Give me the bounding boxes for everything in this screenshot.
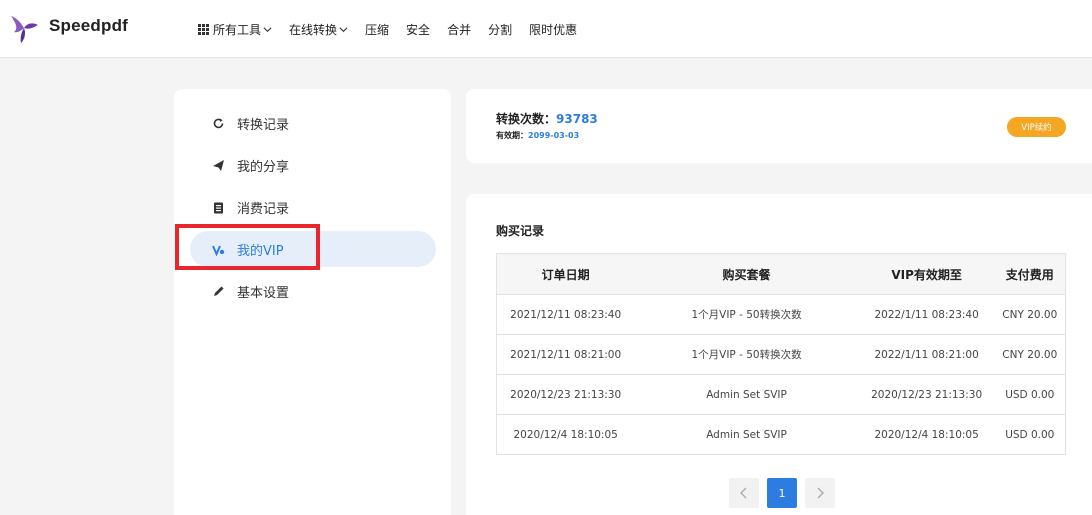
highlight-annotation-box bbox=[175, 224, 320, 270]
sidebar-item-label: 消费记录 bbox=[237, 201, 290, 217]
sidebar-item-conversion-history[interactable]: 转换记录 bbox=[190, 105, 436, 141]
table-row: 2020/12/4 18:10:05 Admin Set SVIP 2020/1… bbox=[496, 414, 1066, 455]
chevron-down-icon bbox=[263, 26, 272, 32]
cell-package: 1个月VIP - 50转换次数 bbox=[634, 294, 859, 335]
page-number-button[interactable]: 1 bbox=[767, 478, 797, 508]
chevron-left-icon bbox=[740, 487, 747, 499]
cell-payment: USD 0.00 bbox=[994, 414, 1066, 455]
nav-label: 压缩 bbox=[365, 22, 390, 37]
nav-label: 合并 bbox=[447, 22, 472, 37]
nav-label: 所有工具 bbox=[213, 22, 262, 37]
vip-stats-card: 转换次数：93783 有效期：2099-03-03 VIP续约 bbox=[466, 89, 1092, 163]
refresh-icon bbox=[212, 117, 225, 130]
vip-expiry-label: 有效期： bbox=[496, 131, 528, 140]
sidebar-item-basic-settings[interactable]: 基本设置 bbox=[190, 273, 436, 309]
sidebar-item-label: 基本设置 bbox=[237, 285, 290, 301]
nav-online-convert[interactable]: 在线转换 bbox=[289, 21, 348, 38]
sidebar-item-spending-history[interactable]: 消费记录 bbox=[190, 189, 436, 225]
purchase-history-card: 购买记录 订单日期 购买套餐 VIP有效期至 支付费用 2021/12/11 0… bbox=[466, 194, 1092, 515]
nav-split[interactable]: 分割 bbox=[488, 21, 512, 38]
vip-expiry: 有效期：2099-03-03 bbox=[496, 130, 579, 141]
nav-label: 在线转换 bbox=[289, 22, 338, 37]
top-header: Speedpdf 所有工具 在线转换 压缩 安全 合并 分割 限时优惠 bbox=[0, 0, 1092, 58]
column-header-order-date: 订单日期 bbox=[496, 253, 635, 295]
conversion-count-label: 转换次数： bbox=[496, 112, 557, 126]
column-header-package: 购买套餐 bbox=[634, 253, 859, 295]
grid-icon bbox=[198, 23, 209, 35]
brand-name[interactable]: Speedpdf bbox=[49, 16, 128, 36]
nav-label: 安全 bbox=[406, 22, 431, 37]
next-page-button[interactable] bbox=[805, 478, 835, 508]
vip-expiry-value: 2099-03-03 bbox=[528, 131, 580, 140]
chevron-down-icon bbox=[339, 26, 348, 32]
cell-order-date: 2021/12/11 08:21:00 bbox=[496, 334, 635, 375]
clipboard-icon bbox=[212, 201, 225, 214]
send-icon bbox=[212, 159, 225, 172]
account-sidebar: 转换记录 我的分享 消费记录 我的VIP 基本设置 bbox=[174, 89, 451, 515]
cell-payment: CNY 20.00 bbox=[994, 294, 1066, 335]
sidebar-item-label: 转换记录 bbox=[237, 117, 290, 133]
nav-limited-offer[interactable]: 限时优惠 bbox=[529, 21, 577, 38]
pencil-icon bbox=[212, 285, 225, 298]
table-row: 2021/12/11 08:23:40 1个月VIP - 50转换次数 2022… bbox=[496, 294, 1066, 335]
vip-renew-button[interactable]: VIP续约 bbox=[1007, 117, 1066, 137]
cell-order-date: 2020/12/4 18:10:05 bbox=[496, 414, 635, 455]
cell-vip-expiry: 2022/1/11 08:21:00 bbox=[858, 334, 995, 375]
column-header-vip-expiry: VIP有效期至 bbox=[858, 253, 995, 295]
sidebar-item-my-shares[interactable]: 我的分享 bbox=[190, 147, 436, 183]
cell-vip-expiry: 2020/12/23 21:13:30 bbox=[858, 374, 995, 415]
cell-order-date: 2021/12/11 08:23:40 bbox=[496, 294, 635, 335]
nav-security[interactable]: 安全 bbox=[406, 21, 430, 38]
chevron-right-icon bbox=[817, 487, 824, 499]
nav-merge[interactable]: 合并 bbox=[447, 21, 471, 38]
cell-package: Admin Set SVIP bbox=[634, 414, 859, 455]
purchase-history-title: 购买记录 bbox=[496, 224, 545, 238]
cell-vip-expiry: 2022/1/11 08:23:40 bbox=[858, 294, 995, 335]
nav-label: 限时优惠 bbox=[529, 22, 578, 37]
cell-package: 1个月VIP - 50转换次数 bbox=[634, 334, 859, 375]
cell-payment: USD 0.00 bbox=[994, 374, 1066, 415]
pagination: 1 bbox=[729, 478, 835, 508]
column-header-payment: 支付费用 bbox=[994, 253, 1066, 295]
cell-package: Admin Set SVIP bbox=[634, 374, 859, 415]
table-row: 2021/12/11 08:21:00 1个月VIP - 50转换次数 2022… bbox=[496, 334, 1066, 375]
conversion-count-value: 93783 bbox=[556, 112, 598, 126]
main-nav: 所有工具 在线转换 压缩 安全 合并 分割 限时优惠 bbox=[198, 0, 594, 58]
nav-compress[interactable]: 压缩 bbox=[365, 21, 389, 38]
table-row: 2020/12/23 21:13:30 Admin Set SVIP 2020/… bbox=[496, 374, 1066, 415]
prev-page-button[interactable] bbox=[729, 478, 759, 508]
nav-label: 分割 bbox=[488, 22, 513, 37]
nav-all-tools[interactable]: 所有工具 bbox=[198, 21, 272, 38]
conversion-count: 转换次数：93783 bbox=[496, 110, 598, 127]
cell-order-date: 2020/12/23 21:13:30 bbox=[496, 374, 635, 415]
cell-vip-expiry: 2020/12/4 18:10:05 bbox=[858, 414, 995, 455]
speedpdf-logo-icon[interactable] bbox=[8, 13, 40, 45]
cell-payment: CNY 20.00 bbox=[994, 334, 1066, 375]
table-header-row: 订单日期 购买套餐 VIP有效期至 支付费用 bbox=[496, 253, 1066, 295]
purchase-table: 订单日期 购买套餐 VIP有效期至 支付费用 2021/12/11 08:23:… bbox=[496, 253, 1066, 455]
sidebar-item-label: 我的分享 bbox=[237, 159, 290, 175]
